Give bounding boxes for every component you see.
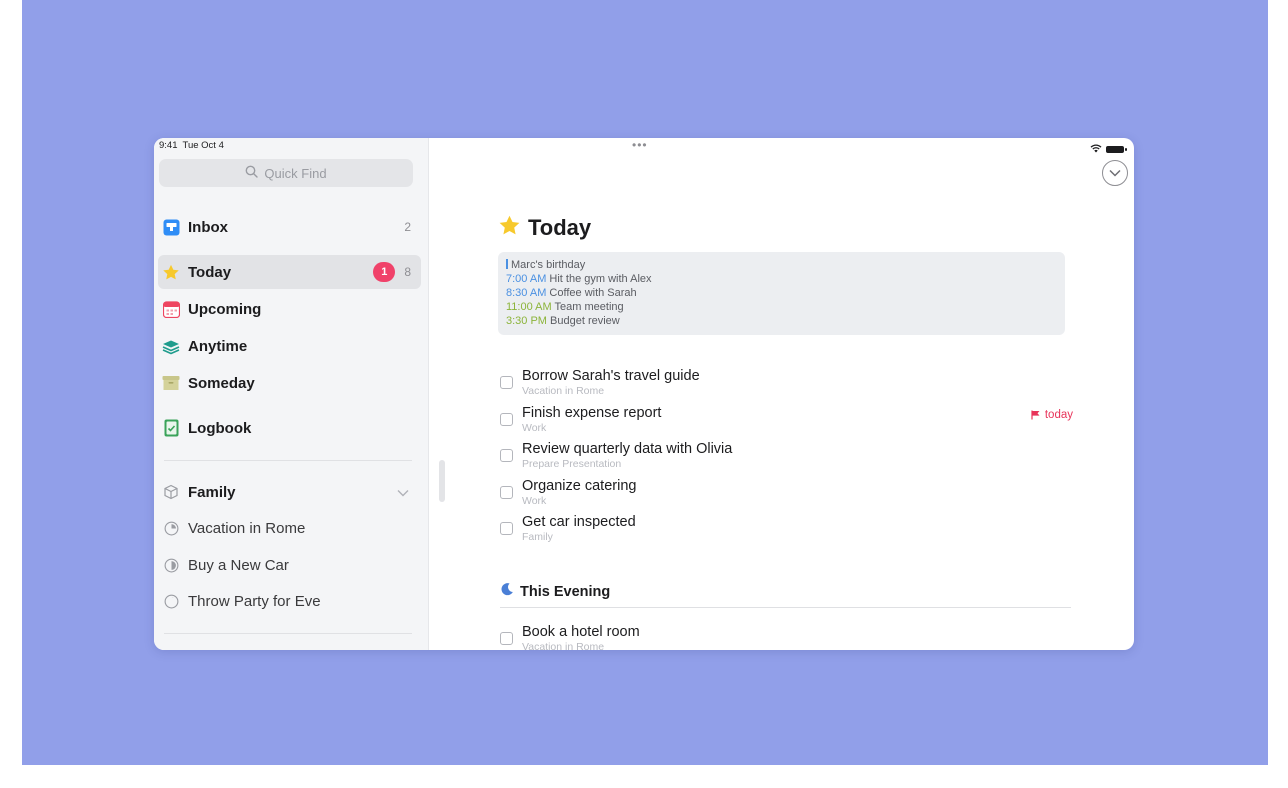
sidebar-project-vacation-in-rome[interactable]: Vacation in Rome (158, 511, 421, 545)
chevron-down-icon[interactable] (397, 484, 409, 501)
todo-project: Work (522, 422, 547, 434)
sidebar-item-today[interactable]: Today 1 8 (158, 255, 421, 289)
todo-item[interactable]: Organize catering Work (500, 474, 1070, 510)
all-day-marker (506, 259, 508, 269)
calendar-event: 8:30 AM Coffee with Sarah (506, 286, 1065, 300)
archive-box-icon (162, 374, 180, 392)
calendar-event: 3:30 PM Budget review (506, 314, 1065, 328)
cube-icon (162, 483, 180, 501)
sidebar-area-family[interactable]: Family (158, 475, 421, 509)
calendar-event: Marc's birthday (506, 258, 1065, 272)
event-time: 11:00 AM (506, 301, 552, 313)
todo-project: Family (522, 531, 553, 543)
main-content: Today Marc's birthday 7:00 AM Hit the gy… (429, 138, 1134, 650)
todo-item[interactable]: Book a hotel room Vacation in Rome (500, 620, 1070, 650)
search-placeholder: Quick Find (264, 165, 327, 181)
calendar-event: 7:00 AM Hit the gym with Alex (506, 272, 1065, 286)
sidebar-item-label: Today (188, 263, 232, 281)
event-text: Coffee with Sarah (549, 287, 637, 299)
search-icon (245, 165, 259, 181)
more-options-button[interactable] (1102, 160, 1128, 186)
sidebar-item-label: Inbox (188, 218, 228, 236)
todo-title: Book a hotel room (522, 624, 640, 640)
sidebar-divider (164, 460, 412, 461)
sidebar-item-anytime[interactable]: Anytime (158, 329, 421, 363)
today-count: 8 (404, 265, 411, 279)
page-title: Today (528, 215, 592, 240)
event-time: 8:30 AM (506, 287, 547, 299)
event-text: Budget review (550, 315, 620, 327)
sidebar: 9:41 Tue Oct 4 Quick Find Inbox 2 Today 1… (154, 138, 429, 650)
deadline-text: today (1044, 409, 1073, 421)
app-window: 9:41 Tue Oct 4 Quick Find Inbox 2 Today 1… (154, 138, 1134, 650)
todo-title: Get car inspected (522, 514, 636, 530)
quick-find-search[interactable]: Quick Find (159, 159, 413, 187)
calendar-icon (162, 300, 180, 318)
todo-item[interactable]: Get car inspected Family (500, 510, 1070, 546)
star-icon (498, 214, 521, 242)
progress-pie-icon (162, 556, 180, 574)
section-title: This Evening (520, 583, 611, 600)
sidebar-divider (164, 633, 412, 634)
sidebar-item-logbook[interactable]: Logbook (158, 411, 421, 445)
todo-title: Organize catering (522, 478, 637, 494)
today-overdue-badge: 1 (373, 262, 396, 282)
todo-checkbox[interactable] (500, 486, 513, 499)
logbook-icon (162, 419, 180, 437)
todo-checkbox[interactable] (500, 413, 513, 426)
todo-item[interactable]: Finish expense report Work today (500, 401, 1073, 437)
event-text: Team meeting (554, 301, 624, 313)
status-date: Tue Oct 4 (182, 140, 224, 151)
todo-project: Vacation in Rome (522, 385, 605, 397)
sidebar-item-label: Someday (188, 374, 255, 392)
progress-pie-icon (162, 519, 180, 537)
sidebar-project-throw-party-for-eve[interactable]: Throw Party for Eve (158, 584, 421, 618)
todo-project: Vacation in Rome (522, 641, 605, 650)
inbox-count: 2 (404, 220, 411, 234)
calendar-event: 11:00 AM Team meeting (506, 300, 1065, 314)
todo-checkbox[interactable] (500, 632, 513, 645)
todo-checkbox[interactable] (500, 449, 513, 462)
sidebar-item-label: Logbook (188, 419, 252, 437)
event-time: 7:00 AM (506, 273, 547, 285)
sidebar-item-inbox[interactable]: Inbox 2 (158, 210, 421, 244)
chevron-down-icon (1109, 169, 1121, 177)
page-header: Today (498, 214, 591, 242)
todo-checkbox[interactable] (500, 522, 513, 535)
sidebar-item-label: Anytime (188, 337, 248, 355)
status-time: 9:41 Tue Oct 4 (159, 140, 229, 151)
todo-project: Work (522, 495, 547, 507)
sidebar-item-label: Upcoming (188, 300, 262, 318)
progress-pie-icon (162, 592, 180, 610)
event-text: Marc's birthday (511, 259, 586, 271)
sidebar-project-buy-a-new-car[interactable]: Buy a New Car (158, 548, 421, 582)
deadline-tag: today (1031, 409, 1073, 421)
moon-icon (500, 582, 514, 601)
todo-title: Review quarterly data with Olivia (522, 441, 733, 457)
todo-title: Borrow Sarah's travel guide (522, 368, 700, 384)
sidebar-project-label: Throw Party for Eve (188, 592, 321, 610)
star-icon (162, 263, 180, 281)
todo-item[interactable]: Review quarterly data with Olivia Prepar… (500, 437, 1070, 473)
sidebar-area-label: Family (188, 483, 236, 501)
section-divider (500, 607, 1071, 608)
event-time: 3:30 PM (506, 315, 547, 327)
sidebar-item-upcoming[interactable]: Upcoming (158, 292, 421, 326)
event-text: Hit the gym with Alex (549, 273, 652, 285)
todo-project: Prepare Presentation (522, 458, 622, 470)
inbox-icon (162, 218, 180, 236)
todo-checkbox[interactable] (500, 376, 513, 389)
layers-icon (162, 337, 180, 355)
this-evening-header: This Evening (500, 582, 610, 601)
status-clock: 9:41 (159, 140, 178, 151)
flag-icon (1031, 410, 1040, 420)
sidebar-project-label: Vacation in Rome (188, 519, 306, 537)
sidebar-item-someday[interactable]: Someday (158, 366, 421, 400)
sidebar-project-label: Buy a New Car (188, 556, 289, 574)
todo-title: Finish expense report (522, 405, 662, 421)
todo-item[interactable]: Borrow Sarah's travel guide Vacation in … (500, 364, 1070, 400)
calendar-events-panel[interactable]: Marc's birthday 7:00 AM Hit the gym with… (498, 252, 1065, 335)
